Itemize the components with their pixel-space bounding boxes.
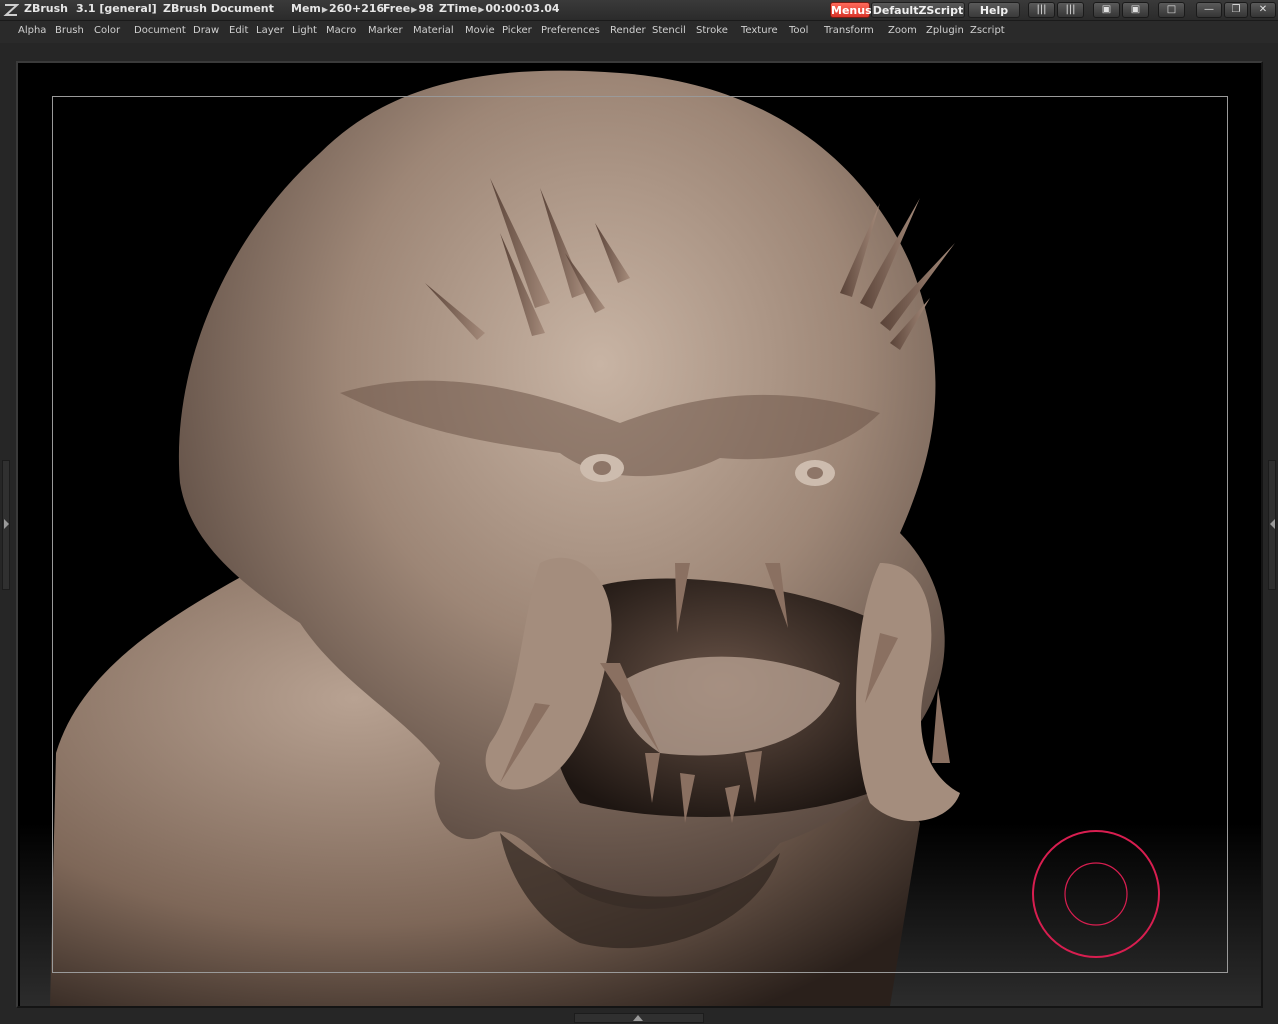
- memory-readout: Mem▶260+216: [291, 2, 384, 15]
- play-icon: ▶: [478, 5, 485, 14]
- mem-label: Mem: [291, 2, 321, 15]
- close-icon[interactable]: ✕: [1250, 2, 1276, 18]
- menu-tool[interactable]: Tool: [789, 25, 808, 36]
- menu-picker[interactable]: Picker: [502, 25, 532, 36]
- help-button[interactable]: Help: [968, 2, 1020, 18]
- scroll-left-icon[interactable]: |||: [1028, 2, 1055, 18]
- ztime-value: 00:00:03.04: [485, 2, 560, 15]
- title-bar: ZBrush 3.1 [general] ZBrush Document Mem…: [0, 0, 1278, 21]
- menu-bar: Alpha Brush Color Document Draw Edit Lay…: [0, 21, 1278, 43]
- layout-right-icon[interactable]: ▣: [1122, 2, 1149, 18]
- menu-light[interactable]: Light: [292, 25, 317, 36]
- menu-brush[interactable]: Brush: [55, 25, 84, 36]
- layout-left-icon[interactable]: ▣: [1093, 2, 1120, 18]
- menus-button[interactable]: Menus: [830, 2, 872, 18]
- lock-icon[interactable]: □: [1158, 2, 1185, 18]
- free-value: 98: [418, 2, 434, 15]
- play-icon: ▶: [321, 5, 329, 14]
- ztime-readout: ZTime▶00:00:03.04: [439, 2, 560, 15]
- menu-preferences[interactable]: Preferences: [541, 25, 600, 36]
- app-version: 3.1 [general]: [76, 2, 157, 15]
- app-name: ZBrush: [24, 2, 68, 15]
- menu-render[interactable]: Render: [610, 25, 646, 36]
- menu-marker[interactable]: Marker: [368, 25, 403, 36]
- menu-stencil[interactable]: Stencil: [652, 25, 686, 36]
- mem-value: 260+216: [329, 2, 385, 15]
- menu-material[interactable]: Material: [413, 25, 454, 36]
- restore-icon[interactable]: ❐: [1224, 2, 1248, 18]
- ztime-label: ZTime: [439, 2, 478, 15]
- document-name: ZBrush Document: [163, 2, 274, 15]
- scroll-right-icon[interactable]: |||: [1057, 2, 1084, 18]
- brush-cursor-icon: [1032, 830, 1160, 958]
- menu-stroke[interactable]: Stroke: [696, 25, 728, 36]
- menu-zscript[interactable]: Zscript: [970, 25, 1005, 36]
- menu-edit[interactable]: Edit: [229, 25, 248, 36]
- menu-movie[interactable]: Movie: [465, 25, 495, 36]
- play-icon: ▶: [411, 5, 418, 14]
- bottom-tray-handle[interactable]: [574, 1013, 704, 1023]
- menu-zoom[interactable]: Zoom: [888, 25, 917, 36]
- menu-zplugin[interactable]: Zplugin: [926, 25, 964, 36]
- default-zscript-button[interactable]: DefaultZScript: [871, 2, 965, 18]
- free-readout: Free▶98: [383, 2, 434, 15]
- right-tray-handle[interactable]: [1268, 460, 1276, 590]
- menu-texture[interactable]: Texture: [741, 25, 778, 36]
- document-canvas[interactable]: [20, 63, 1261, 1006]
- menu-transform[interactable]: Transform: [824, 25, 874, 36]
- zbrush-logo-icon[interactable]: [3, 2, 19, 18]
- menu-draw[interactable]: Draw: [193, 25, 219, 36]
- left-tray-handle[interactable]: [2, 460, 10, 590]
- free-label: Free: [383, 2, 411, 15]
- menu-macro[interactable]: Macro: [326, 25, 356, 36]
- menu-layer[interactable]: Layer: [256, 25, 284, 36]
- minimize-icon[interactable]: —: [1196, 2, 1222, 18]
- menu-color[interactable]: Color: [94, 25, 120, 36]
- menu-document[interactable]: Document: [134, 25, 186, 36]
- menu-alpha[interactable]: Alpha: [18, 25, 46, 36]
